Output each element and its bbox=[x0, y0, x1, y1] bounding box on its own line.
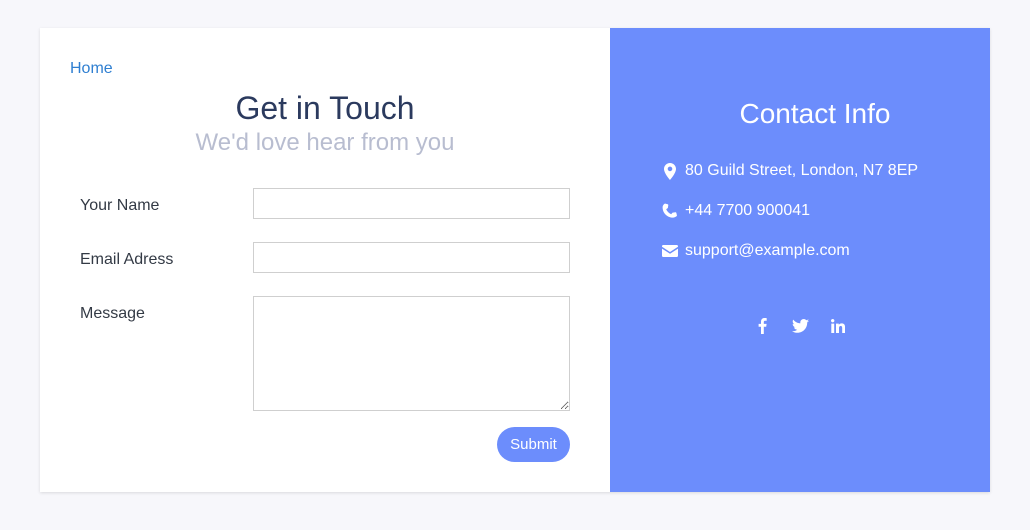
contact-card: Home Get in Touch We'd love hear from yo… bbox=[40, 28, 990, 492]
social-links bbox=[610, 317, 990, 335]
twitter-icon[interactable] bbox=[791, 317, 809, 335]
name-label: Your Name bbox=[80, 197, 160, 214]
map-marker-icon bbox=[660, 162, 680, 180]
email-label: Email Adress bbox=[80, 251, 174, 268]
submit-button[interactable]: Submit bbox=[497, 427, 570, 462]
phone-icon bbox=[660, 203, 680, 219]
facebook-icon[interactable] bbox=[753, 317, 771, 335]
message-label: Message bbox=[80, 305, 145, 322]
page-subtitle: We'd love hear from you bbox=[195, 129, 455, 156]
email-field[interactable] bbox=[253, 242, 570, 273]
contact-info-panel: Contact Info 80 Guild Street, London, N7… bbox=[610, 28, 990, 492]
page-title: Get in Touch bbox=[235, 90, 415, 126]
phone-row: +44 7700 900041 bbox=[660, 202, 810, 220]
home-link[interactable]: Home bbox=[70, 60, 113, 78]
name-field[interactable] bbox=[253, 188, 570, 219]
linkedin-icon[interactable] bbox=[829, 317, 847, 335]
message-field[interactable] bbox=[253, 296, 570, 411]
contact-form-panel: Home Get in Touch We'd love hear from yo… bbox=[40, 28, 610, 492]
email-text: support@example.com bbox=[685, 242, 850, 259]
contact-info-title: Contact Info bbox=[739, 98, 891, 129]
email-row: support@example.com bbox=[660, 242, 850, 260]
address-row: 80 Guild Street, London, N7 8EP bbox=[660, 162, 918, 180]
address-text: 80 Guild Street, London, N7 8EP bbox=[685, 162, 919, 179]
phone-text: +44 7700 900041 bbox=[685, 202, 811, 219]
envelope-icon bbox=[660, 245, 680, 257]
